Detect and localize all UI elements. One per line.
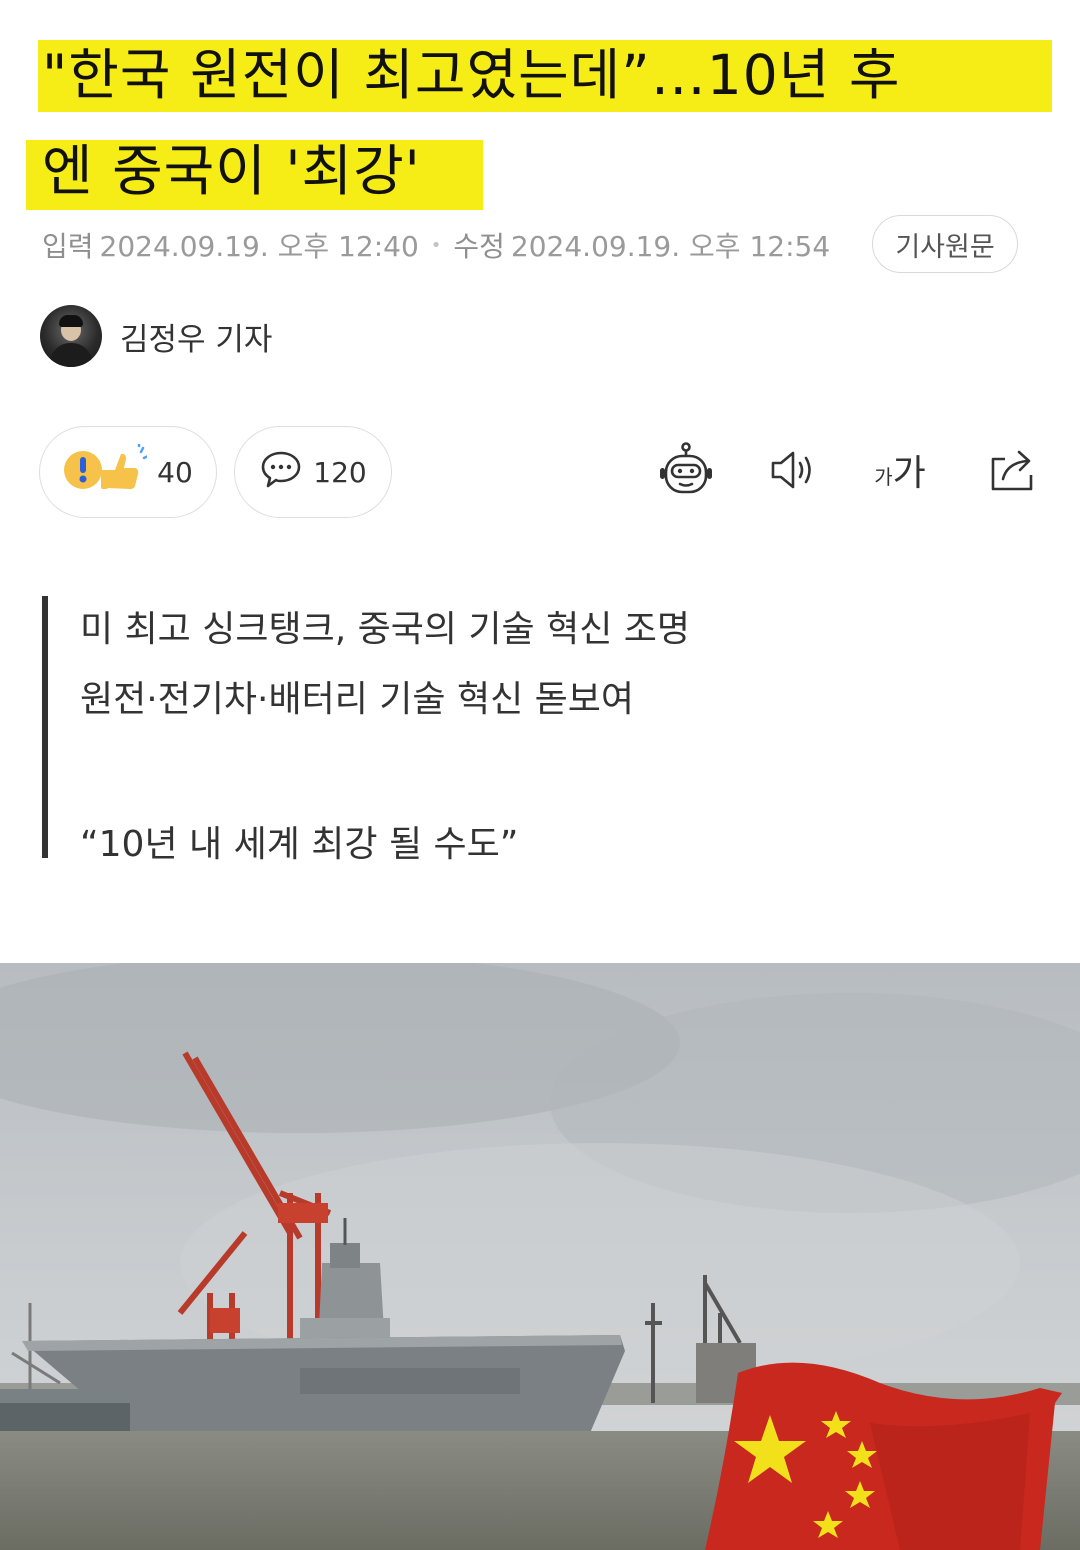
author[interactable]: 김정우 기자 bbox=[40, 305, 272, 367]
surprised-thumbs-up-icon bbox=[63, 442, 150, 500]
author-name[interactable]: 김정우 기자 bbox=[120, 314, 272, 359]
headline-line-2: 엔 중국이 '최강' bbox=[42, 139, 421, 203]
font-size-icon[interactable]: 가 가 bbox=[868, 440, 932, 500]
headline-line-1: "한국 원전이 최고였는데”…10년 후 bbox=[42, 43, 901, 107]
comment-count: 120 bbox=[313, 455, 367, 489]
edit-time: 2024.09.19. 오후 12:54 bbox=[510, 230, 831, 263]
summary-line-2: 원전·전기차·배터리 기술 혁신 돋보여 bbox=[80, 679, 635, 720]
font-size-small: 가 bbox=[874, 464, 893, 489]
speaker-icon[interactable] bbox=[764, 440, 824, 500]
edit-label: 수정 bbox=[453, 230, 505, 263]
summary-border bbox=[42, 596, 48, 858]
summary-line-3: “10년 내 세계 최강 될 수도” bbox=[80, 824, 519, 865]
reaction-count: 40 bbox=[157, 455, 193, 489]
robot-summary-icon[interactable] bbox=[656, 440, 716, 500]
avatar[interactable] bbox=[40, 305, 102, 367]
input-time: 2024.09.19. 오후 12:40 bbox=[99, 230, 419, 263]
headline: "한국 원전이 최고였는데”…10년 후 엔 중국이 '최강' bbox=[0, 0, 1080, 215]
speech-bubble-icon bbox=[259, 448, 303, 496]
share-icon[interactable] bbox=[982, 440, 1042, 500]
summary-line-1: 미 최고 싱크탱크, 중국의 기술 혁신 조명 bbox=[80, 609, 691, 650]
article-photo[interactable] bbox=[0, 963, 1080, 1550]
font-size-large: 가 bbox=[892, 453, 926, 494]
meta-separator: • bbox=[430, 234, 442, 256]
article-meta: 입력 2024.09.19. 오후 12:40 • 수정 2024.09.19.… bbox=[42, 222, 830, 268]
original-article-button[interactable]: 기사원문 bbox=[872, 215, 1018, 273]
reaction-button[interactable]: 40 bbox=[39, 426, 217, 518]
input-label: 입력 bbox=[42, 230, 94, 263]
comment-button[interactable]: 120 bbox=[234, 426, 392, 518]
